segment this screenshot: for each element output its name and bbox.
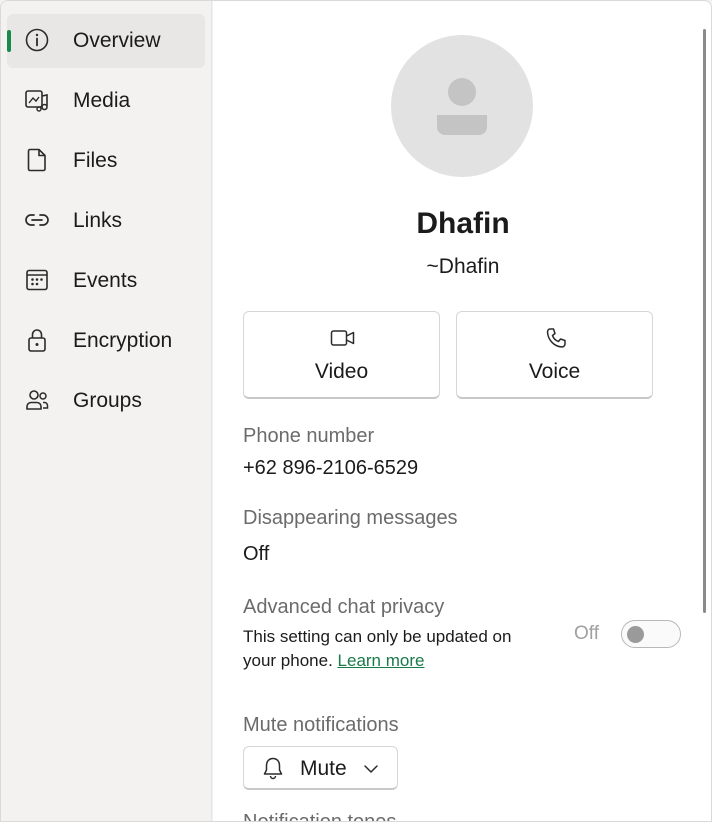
phone-icon: [543, 327, 569, 349]
advanced-privacy-description: This setting can only be updated on your…: [243, 625, 543, 673]
mute-button-label: Mute: [300, 757, 347, 780]
media-icon: [24, 87, 50, 113]
contact-name: Dhafin: [416, 207, 510, 240]
sidebar-item-overview[interactable]: Overview: [7, 14, 205, 68]
voice-label: Voice: [528, 360, 581, 383]
info-icon: [24, 27, 50, 53]
people-icon: [24, 387, 50, 413]
phone-number-label: Phone number: [243, 425, 375, 447]
contact-info-window: Overview Media Files Links Events Encryp…: [0, 0, 712, 822]
sidebar-item-events[interactable]: Events: [7, 254, 205, 308]
sidebar-item-label: Encryption: [73, 329, 173, 352]
contact-handle: ~Dhafin: [426, 255, 500, 278]
sidebar-item-media[interactable]: Media: [7, 74, 205, 128]
notification-tones-label: Notification tones: [243, 811, 397, 822]
toggle-knob: [627, 626, 644, 643]
sidebar-item-groups[interactable]: Groups: [7, 374, 205, 428]
sidebar-item-files[interactable]: Files: [7, 134, 205, 188]
phone-number-value: +62 896-2106-6529: [243, 457, 419, 479]
voice-call-button[interactable]: Voice: [456, 311, 653, 399]
privacy-toggle-state: Off: [574, 623, 599, 644]
sidebar-item-encryption[interactable]: Encryption: [7, 314, 205, 368]
file-icon: [24, 147, 50, 173]
sidebar-item-label: Overview: [73, 29, 161, 52]
disappearing-messages-label: Disappearing messages: [243, 507, 458, 529]
sidebar: Overview Media Files Links Events Encryp…: [1, 1, 212, 821]
bell-icon: [261, 756, 285, 780]
video-call-button[interactable]: Video: [243, 311, 440, 399]
avatar: [391, 35, 533, 177]
video-label: Video: [314, 360, 369, 383]
sidebar-item-label: Files: [73, 149, 118, 172]
lock-icon: [24, 327, 50, 353]
link-icon: [24, 207, 50, 233]
sidebar-item-label: Events: [73, 269, 138, 292]
mute-dropdown-button[interactable]: Mute: [243, 746, 398, 790]
disappearing-messages-value[interactable]: Off: [243, 543, 269, 566]
sidebar-item-label: Links: [73, 209, 123, 232]
chevron-down-icon: [363, 762, 379, 774]
learn-more-link[interactable]: Learn more: [338, 651, 425, 670]
advanced-privacy-label: Advanced chat privacy: [243, 596, 445, 618]
active-indicator: [7, 30, 11, 52]
scrollbar[interactable]: [703, 29, 706, 613]
sidebar-item-label: Media: [73, 89, 131, 112]
sidebar-item-label: Groups: [73, 389, 142, 412]
mute-notifications-label: Mute notifications: [243, 714, 399, 736]
video-camera-icon: [330, 327, 356, 349]
advanced-privacy-toggle[interactable]: [621, 620, 681, 648]
contact-details-panel: Dhafin ~Dhafin Video Voice Phone number …: [213, 1, 711, 822]
sidebar-item-links[interactable]: Links: [7, 194, 205, 248]
person-icon: [437, 78, 487, 135]
calendar-icon: [24, 267, 50, 293]
